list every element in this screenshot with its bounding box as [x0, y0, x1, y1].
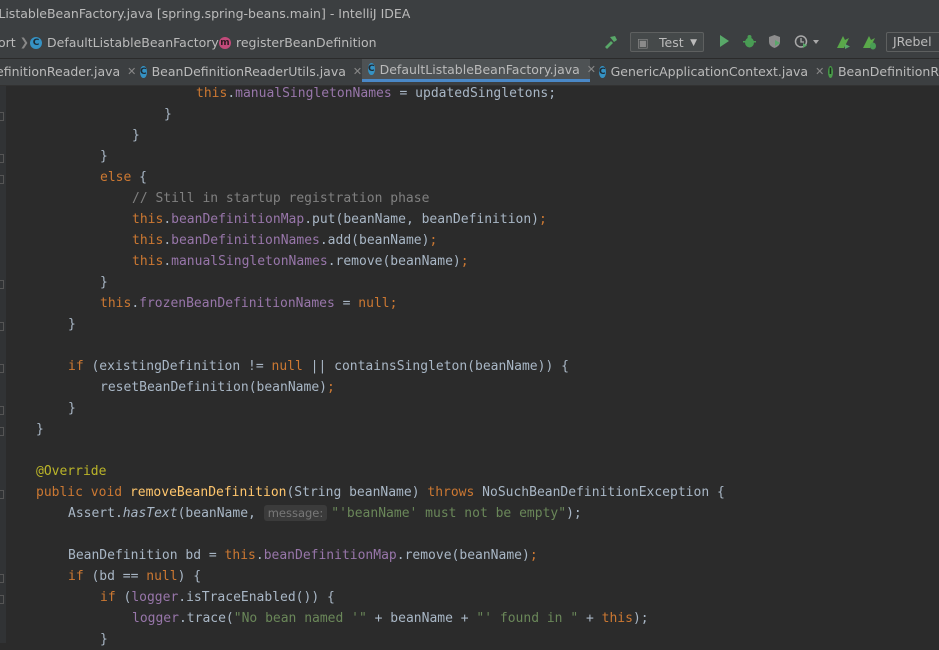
parameter-hint: message: [263, 505, 328, 521]
code-line: } [100, 149, 108, 164]
code-line: public void removeBeanDefinition(String … [36, 485, 725, 500]
tab-definition-reader[interactable]: efinitionReader.java ✕ [0, 59, 136, 85]
debug-icon[interactable] [741, 34, 757, 52]
breadcrumb-item-method[interactable]: m registerBeanDefinition [219, 28, 377, 58]
code-line: Assert.hasText(beanName, message: "'beanN… [68, 505, 582, 521]
code-line: } [100, 275, 108, 290]
code-line: } [164, 107, 172, 122]
code-line: this.frozenBeanDefinitionNames = null; [100, 296, 398, 311]
chevron-right-icon: ❯ [19, 36, 29, 49]
breadcrumb-item-class[interactable]: C DefaultListableBeanFactory❯ [30, 28, 236, 58]
tab-default-listable-bean-factory[interactable]: C DefaultListableBeanFactory.java ✕ [362, 59, 596, 82]
code-line: this.manualSingletonNames = updatedSingl… [196, 86, 557, 101]
code-comment: // Still in startup registration phase [132, 191, 430, 206]
method-icon: m [219, 37, 231, 49]
jrebel-debug-icon[interactable] [860, 34, 878, 52]
tab-bean-definition-registry[interactable]: I BeanDefinitionR [828, 59, 939, 85]
class-icon: C [368, 63, 375, 75]
code-line: if (bd == null) { [68, 569, 202, 584]
code-annotation: @Override [36, 464, 107, 479]
navigation-bar: ort❯ C DefaultListableBeanFactory❯ m reg… [0, 28, 939, 59]
window-title: ltListableBeanFactory.java [spring.sprin… [0, 6, 411, 21]
jrebel-run-icon[interactable] [834, 34, 852, 52]
close-icon[interactable]: ✕ [353, 59, 362, 85]
code-line: logger.trace("No bean named '" + beanNam… [132, 611, 649, 626]
code-line: if (existingDefinition != null || contai… [68, 359, 569, 374]
code-line: if (logger.isTraceEnabled()) { [100, 590, 335, 605]
code-line: else { [100, 170, 147, 185]
code-line: BeanDefinition bd = this.beanDefinitionM… [68, 548, 538, 563]
close-icon[interactable]: ✕ [815, 59, 824, 85]
editor-tab-bar: efinitionReader.java ✕ C BeanDefinitionRe… [0, 59, 939, 86]
run-icon[interactable] [716, 34, 732, 52]
code-line: resetBeanDefinition(beanName); [100, 380, 335, 395]
code-line: this.beanDefinitionNames.add(beanName); [132, 233, 438, 248]
profiler-icon[interactable] [793, 34, 821, 52]
chevron-down-icon: ▼ [690, 38, 697, 48]
build-hammer-icon[interactable] [602, 34, 620, 52]
jrebel-button[interactable]: JRebel [886, 32, 939, 52]
code-editor[interactable]: this.manualSingletonNames = updatedSingl… [0, 86, 939, 647]
tab-generic-application-context[interactable]: C GenericApplicationContext.java ✕ [599, 59, 824, 85]
code-line: } [68, 401, 76, 416]
class-icon: C [30, 37, 42, 49]
code-line: } [132, 128, 140, 143]
close-icon[interactable]: ✕ [127, 59, 136, 85]
interface-icon: I [828, 66, 833, 78]
breadcrumb-item-package[interactable]: ort❯ [0, 28, 33, 58]
configuration-icon: ▣ [637, 35, 649, 50]
code-line: } [68, 317, 76, 332]
close-icon[interactable]: ✕ [587, 59, 596, 81]
run-configuration-select[interactable]: ▣ Test ▼ [630, 32, 704, 52]
code-line: } [100, 632, 108, 647]
class-icon: C [599, 66, 606, 78]
code-line: this.beanDefinitionMap.put(beanName, bea… [132, 212, 547, 227]
class-icon: C [140, 66, 147, 78]
window-title-bar: ltListableBeanFactory.java [spring.sprin… [0, 0, 939, 29]
coverage-icon[interactable] [766, 34, 782, 52]
tab-bean-definition-reader-utils[interactable]: C BeanDefinitionReaderUtils.java ✕ [140, 59, 362, 85]
code-line: } [36, 422, 44, 437]
code-line: this.manualSingletonNames.remove(beanNam… [132, 254, 469, 269]
